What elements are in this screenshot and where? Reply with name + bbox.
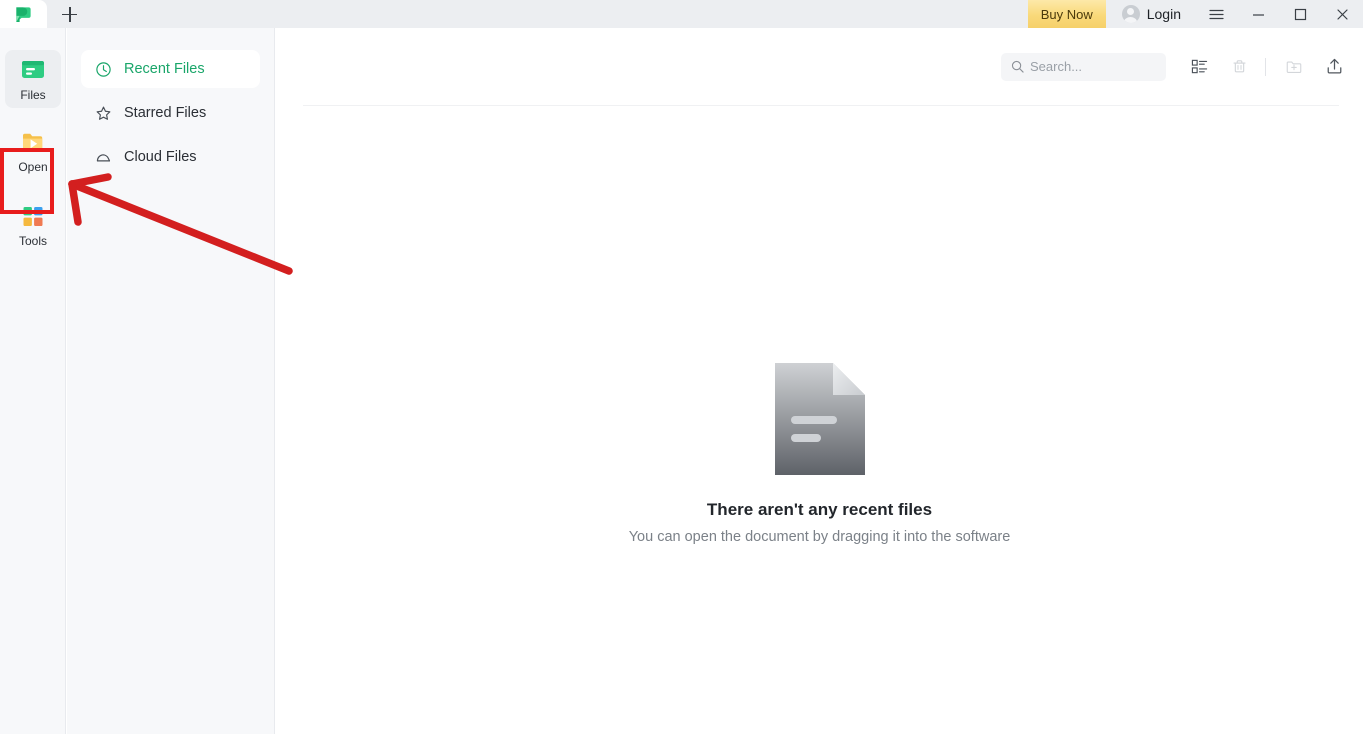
files-icon [22,61,44,78]
search-icon [1011,60,1024,73]
close-button[interactable] [1321,0,1363,28]
upload-button[interactable] [1317,50,1351,84]
empty-state: There aren't any recent files You can op… [276,363,1363,545]
content-toolbar [276,28,1363,105]
search-input[interactable] [1030,59,1150,74]
open-folder-play-icon [23,133,43,151]
search-box[interactable] [1001,52,1166,81]
new-tab-button[interactable] [47,0,92,28]
app-window: Buy Now Login Files Open Tools Recent Fi… [0,0,1363,734]
sidebar-item-label: Recent Files [124,61,205,77]
tools-grid-icon [23,207,43,226]
primary-nav-rail: Files Open Tools [0,28,66,734]
upload-icon [1327,58,1341,74]
star-icon [96,106,111,120]
tab-strip-empty-space [92,0,1028,28]
list-view-icon [1191,59,1207,74]
login-label: Login [1146,6,1181,22]
empty-state-title: There aren't any recent files [706,500,933,519]
trash-icon [1232,60,1246,73]
sidebar-item-label: Cloud Files [124,149,197,165]
minimize-icon [1252,13,1264,16]
app-logo-green-speech-bubble-icon [16,6,31,22]
toolbar-separator [1265,57,1266,76]
rail-item-label: Tools [18,234,47,248]
title-bar: Buy Now Login [0,0,1363,28]
toolbar-divider [303,105,1339,106]
main-menu-button[interactable] [1195,0,1237,28]
empty-state-subtitle: You can open the document by dragging it… [628,529,1011,545]
sidebar-item-starred-files[interactable]: Starred Files [81,94,260,132]
rail-item-label: Files [20,88,46,102]
new-folder-icon [1286,61,1302,73]
app-logo-tab[interactable] [0,0,47,28]
rail-item-label: Open [18,160,48,174]
login-button[interactable]: Login [1106,0,1195,28]
secondary-sidebar: Recent Files Starred Files Cloud Files [67,28,275,734]
maximize-button[interactable] [1279,0,1321,28]
rail-item-open[interactable]: Open [5,122,61,180]
maximize-icon [1294,8,1306,20]
delete-button[interactable] [1222,50,1256,84]
buy-now-button[interactable]: Buy Now [1027,0,1106,28]
rail-item-files[interactable]: Files [5,50,61,108]
new-folder-button[interactable] [1277,50,1311,84]
main-content: There aren't any recent files You can op… [276,28,1363,734]
hamburger-menu-icon [1208,9,1224,19]
sidebar-item-cloud-files[interactable]: Cloud Files [81,138,260,176]
minimize-button[interactable] [1237,0,1279,28]
plus-icon [62,6,77,22]
close-icon [1336,8,1348,20]
user-avatar-icon [1121,5,1140,23]
document-placeholder-icon [774,363,865,475]
view-toggle-button[interactable] [1182,50,1216,84]
rail-item-tools[interactable]: Tools [5,196,61,254]
clock-icon [96,61,111,77]
cloud-icon [96,153,111,161]
sidebar-item-recent-files[interactable]: Recent Files [81,50,260,88]
sidebar-item-label: Starred Files [124,105,207,121]
